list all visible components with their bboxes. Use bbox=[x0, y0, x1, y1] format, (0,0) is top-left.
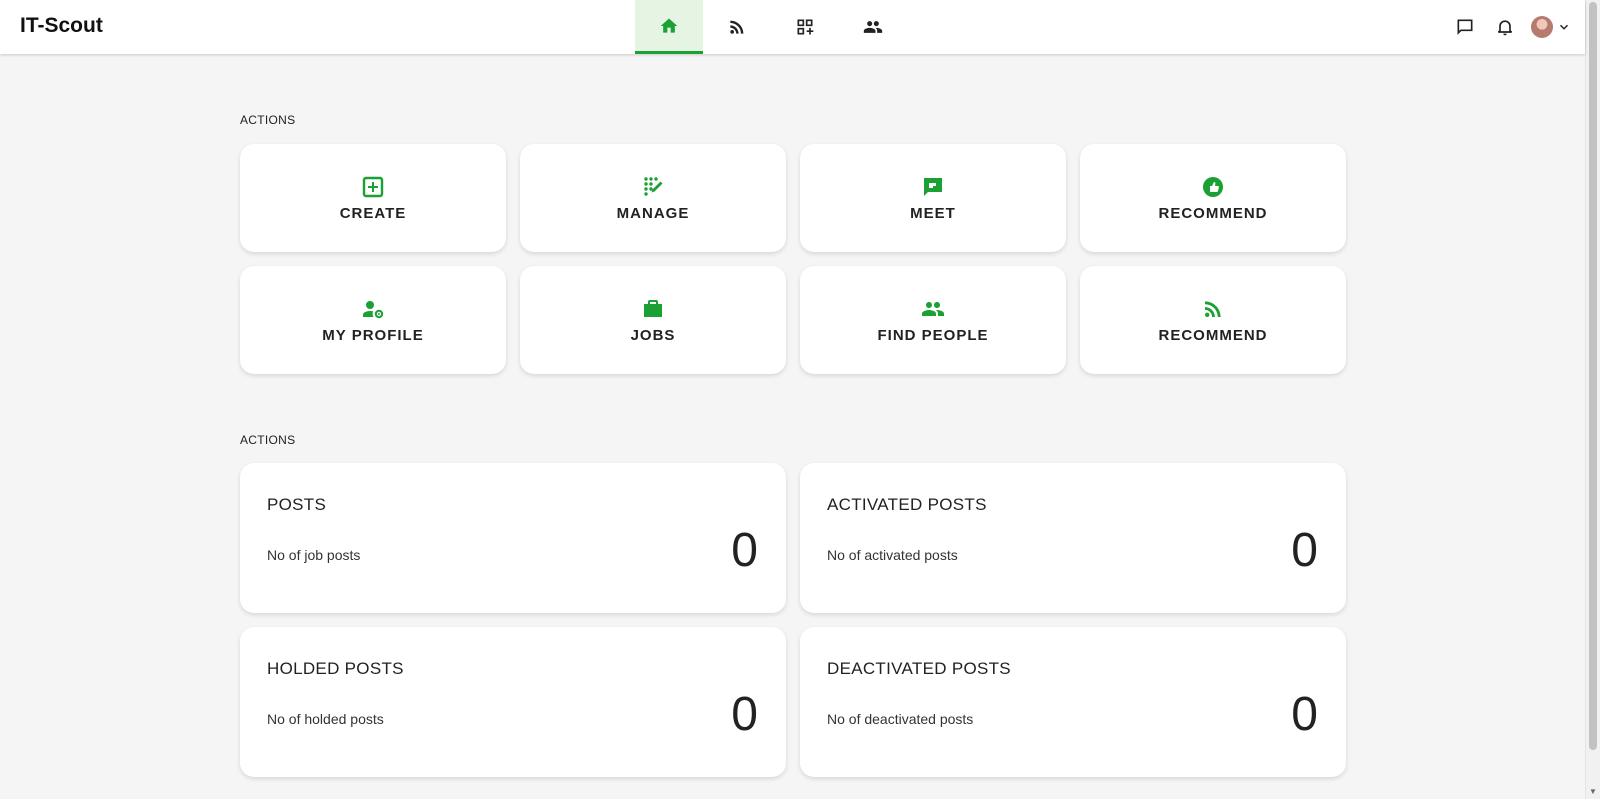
stat-value: 0 bbox=[731, 688, 758, 741]
stats-grid: POSTS No of job posts 0 ACTIVATED POSTS … bbox=[240, 463, 1347, 777]
create-card[interactable]: CREATE bbox=[240, 144, 506, 252]
people-icon bbox=[863, 21, 883, 33]
stats-section-label: ACTIONS bbox=[240, 433, 296, 447]
jobs-label: JOBS bbox=[630, 326, 676, 344]
group-icon bbox=[922, 301, 944, 316]
jobs-card[interactable]: JOBS bbox=[520, 266, 786, 374]
meet-card[interactable]: MEET bbox=[800, 144, 1066, 252]
main-nav bbox=[635, 0, 907, 54]
avatar bbox=[1531, 16, 1553, 38]
add-box-icon bbox=[362, 176, 384, 197]
rss-feed-icon bbox=[1205, 300, 1221, 317]
create-label: CREATE bbox=[339, 204, 407, 222]
stat-title: ACTIVATED POSTS bbox=[827, 495, 987, 514]
chat-icon bbox=[1457, 19, 1473, 35]
recommend-label: RECOMMEND bbox=[1158, 204, 1268, 222]
bell-icon bbox=[1497, 20, 1513, 36]
vertical-scrollbar[interactable]: ▼ bbox=[1585, 0, 1600, 799]
tab-home[interactable] bbox=[635, 0, 703, 54]
notifications-button[interactable] bbox=[1485, 7, 1525, 47]
recommend-card[interactable]: RECOMMEND bbox=[1080, 144, 1346, 252]
my-profile-card[interactable]: MY PROFILE bbox=[240, 266, 506, 374]
stat-description: No of activated posts bbox=[827, 547, 958, 563]
home-icon bbox=[660, 18, 678, 33]
person-settings-icon bbox=[363, 300, 384, 318]
stat-description: No of holded posts bbox=[267, 711, 384, 727]
deactivated-posts-stat-card[interactable]: DEACTIVATED POSTS No of deactivated post… bbox=[800, 627, 1346, 777]
recommend-feed-label: RECOMMEND bbox=[1158, 326, 1268, 344]
stat-description: No of job posts bbox=[267, 547, 361, 563]
stat-title: HOLDED POSTS bbox=[267, 659, 404, 678]
tab-feed[interactable] bbox=[703, 0, 771, 54]
chat-bubble-icon bbox=[924, 177, 942, 196]
manage-label: MANAGE bbox=[616, 204, 690, 222]
my-profile-label: MY PROFILE bbox=[322, 326, 424, 344]
dialpad-edit-icon bbox=[644, 176, 663, 196]
stat-title: DEACTIVATED POSTS bbox=[827, 659, 1011, 678]
app-brand[interactable]: IT-Scout bbox=[20, 14, 103, 38]
holded-posts-stat-card[interactable]: HOLDED POSTS No of holded posts 0 bbox=[240, 627, 786, 777]
posts-stat-card[interactable]: POSTS No of job posts 0 bbox=[240, 463, 786, 613]
scroll-down-arrow-icon[interactable]: ▼ bbox=[1589, 787, 1597, 796]
profile-menu-button[interactable] bbox=[1531, 16, 1571, 38]
recommend-feed-card[interactable]: RECOMMEND bbox=[1080, 266, 1346, 374]
tab-qr[interactable] bbox=[771, 0, 839, 54]
messages-button[interactable] bbox=[1445, 7, 1485, 47]
thumb-circle-icon bbox=[1203, 176, 1223, 197]
header-actions bbox=[1445, 0, 1571, 54]
find-people-card[interactable]: FIND PEOPLE bbox=[800, 266, 1066, 374]
manage-card[interactable]: MANAGE bbox=[520, 144, 786, 252]
chevron-down-icon bbox=[1559, 24, 1569, 30]
stat-value: 0 bbox=[731, 524, 758, 577]
activated-posts-stat-card[interactable]: ACTIVATED POSTS No of activated posts 0 bbox=[800, 463, 1346, 613]
actions-grid: CREATE MANAGE MEET RECOMMEND MY PROFILE … bbox=[240, 144, 1347, 374]
tab-people[interactable] bbox=[839, 0, 907, 54]
qr-code-add-icon bbox=[797, 19, 814, 35]
meet-label: MEET bbox=[910, 204, 956, 222]
rss-feed-icon bbox=[730, 20, 744, 34]
top-navigation-bar: IT-Scout bbox=[0, 0, 1585, 54]
find-people-label: FIND PEOPLE bbox=[877, 326, 989, 344]
stat-value: 0 bbox=[1291, 524, 1318, 577]
stat-title: POSTS bbox=[267, 495, 327, 514]
stat-value: 0 bbox=[1291, 688, 1318, 741]
stat-description: No of deactivated posts bbox=[827, 711, 974, 727]
actions-section-label: ACTIONS bbox=[240, 113, 296, 127]
briefcase-icon bbox=[644, 299, 662, 317]
scrollbar-thumb[interactable] bbox=[1589, 2, 1597, 750]
